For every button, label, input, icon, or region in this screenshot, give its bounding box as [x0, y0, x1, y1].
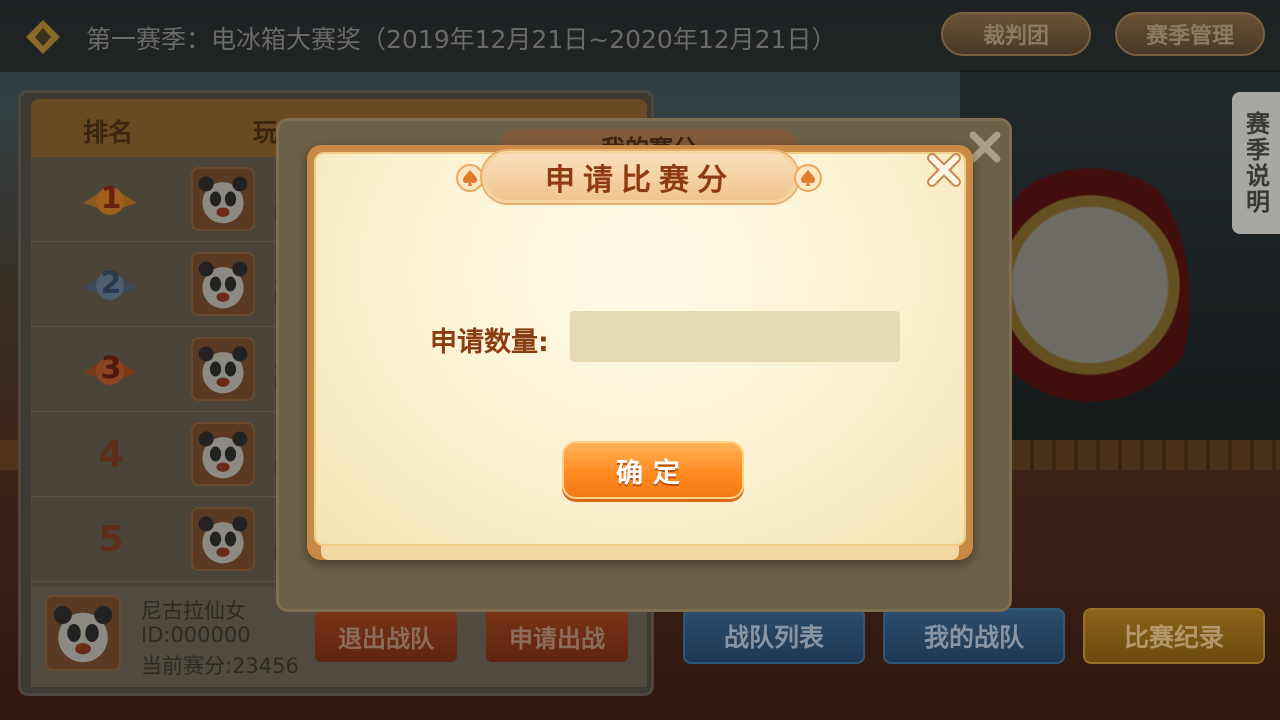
referee-button[interactable]: 裁判团	[941, 12, 1091, 56]
column-rank: 排名	[83, 118, 134, 147]
my-name: 尼古拉仙女	[141, 599, 246, 623]
season-manage-button[interactable]: 赛季管理	[1115, 12, 1265, 56]
quantity-label: 申请数量:	[430, 327, 549, 358]
rank-number: 2	[100, 266, 122, 301]
apply-score-modal: 申请数量: 确定 申请比赛分	[307, 145, 973, 560]
quit-team-button[interactable]: 退出战队	[315, 610, 457, 662]
rank-number: 4	[98, 434, 124, 475]
modal-title-plate: 申请比赛分	[482, 151, 798, 203]
back-icon[interactable]	[24, 18, 62, 56]
my-score: 当前赛分:23456	[141, 654, 299, 678]
modal-body: 申请数量: 确定	[314, 152, 966, 546]
close-icon[interactable]	[923, 149, 965, 191]
panda-avatar-icon	[191, 167, 255, 231]
team-list-button[interactable]: 战队列表	[683, 608, 865, 664]
panda-avatar-icon	[191, 507, 255, 571]
my-team-button[interactable]: 我的战队	[883, 608, 1065, 664]
modal-title: 申请比赛分	[545, 163, 735, 198]
match-record-button[interactable]: 比赛纪录	[1083, 608, 1265, 664]
apply-battle-button[interactable]: 申请出战	[486, 610, 628, 662]
season-title: 第一赛季：电冰箱大赛奖（2019年12月21日~2020年12月21日）	[86, 25, 837, 54]
top-bar: 第一赛季：电冰箱大赛奖（2019年12月21日~2020年12月21日） 裁判团…	[0, 0, 1280, 72]
season-info-tab[interactable]: 赛季说明	[1232, 92, 1280, 234]
rank-number: 5	[98, 519, 124, 560]
panda-avatar-icon	[191, 252, 255, 316]
rank-number: 1	[100, 181, 122, 216]
rank-number: 3	[100, 351, 122, 386]
modal-bottom-strip	[321, 546, 959, 560]
panda-avatar-icon	[191, 422, 255, 486]
spade-icon	[794, 164, 822, 192]
panda-avatar-icon	[191, 337, 255, 401]
my-panda-avatar-icon	[45, 595, 121, 671]
spade-icon	[456, 164, 484, 192]
quantity-input[interactable]	[570, 311, 900, 362]
my-id: ID:000000	[141, 623, 251, 647]
background-drum	[990, 150, 1190, 450]
confirm-button[interactable]: 确定	[562, 441, 744, 499]
